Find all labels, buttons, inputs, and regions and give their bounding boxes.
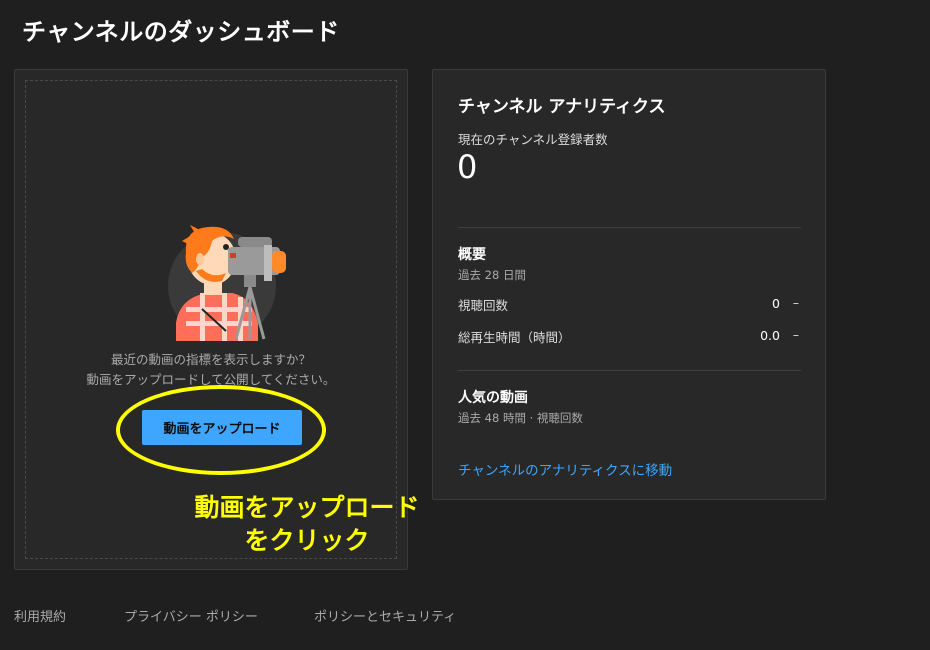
upload-video-button[interactable]: 動画をアップロード xyxy=(142,410,302,445)
metric-views-label: 視聴回数 xyxy=(458,298,509,313)
annotation-text: 動画をアップロード をクリック xyxy=(172,491,442,557)
divider xyxy=(458,370,801,371)
subscribers-label: 現在のチャンネル登録者数 xyxy=(458,132,608,147)
metric-views-value: 0 xyxy=(772,296,780,311)
footer-policy-safety-link[interactable]: ポリシーとセキュリティ xyxy=(314,606,456,625)
metric-views-trend: – xyxy=(792,295,799,310)
upload-dropzone: 最近の動画の指標を表示しますか？ 動画をアップロードして公開してください。 動画… xyxy=(25,80,420,559)
metric-watchtime-label: 総再生時間（時間） xyxy=(458,330,571,345)
metric-watchtime-trend: – xyxy=(792,327,799,342)
subscribers-count: 0 xyxy=(457,148,478,186)
metric-watchtime-value: 0.0 xyxy=(760,328,780,343)
go-to-analytics-link[interactable]: チャンネルのアナリティクスに移動 xyxy=(458,459,672,479)
popular-subtitle: 過去 48 時間 · 視聴回数 xyxy=(458,411,583,425)
analytics-title: チャンネル アナリティクス xyxy=(458,97,666,117)
summary-title: 概要 xyxy=(458,247,486,263)
analytics-card: チャンネル アナリティクス 現在のチャンネル登録者数 0 概要 過去 28 日間… xyxy=(432,69,826,500)
popular-title: 人気の動画 xyxy=(458,390,528,406)
upload-prompt-line2: 動画をアップロードして公開してください。 xyxy=(86,372,336,387)
divider xyxy=(458,227,801,228)
summary-period: 過去 28 日間 xyxy=(458,268,526,282)
page-title: チャンネルのダッシュボード xyxy=(22,18,340,46)
footer-privacy-link[interactable]: プライバシー ポリシー xyxy=(124,606,258,625)
footer-terms-link[interactable]: 利用規約 xyxy=(14,606,66,625)
annotation-line1: 動画をアップロード xyxy=(194,493,420,522)
upload-card: 最近の動画の指標を表示しますか？ 動画をアップロードして公開してください。 動画… xyxy=(14,69,420,570)
camera-operator-illustration xyxy=(168,225,286,341)
upload-prompt-line1: 最近の動画の指標を表示しますか？ xyxy=(110,352,311,367)
annotation-line2: をクリック xyxy=(244,526,370,555)
